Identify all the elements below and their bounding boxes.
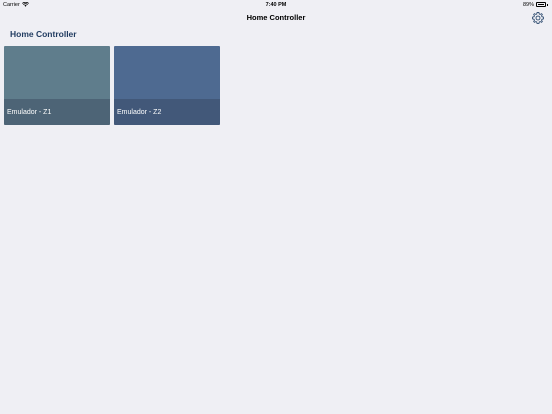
tile-label: Emulador - Z1 [7,109,52,116]
battery-fill [537,3,545,6]
tile-label: Emulador - Z2 [117,109,162,116]
status-right: 89% [523,2,548,8]
nav-title: Home Controller [246,13,306,22]
zone-tiles: Emulador - Z1 Emulador - Z2 [4,46,220,125]
zone-tile-z1[interactable]: Emulador - Z1 [4,46,110,125]
battery-percent: 89% [522,1,534,8]
zone-tile-z2[interactable]: Emulador - Z2 [114,46,220,125]
battery-cap [547,3,548,6]
status-time: 7:40 PM [265,1,287,8]
status-bar: Carrier 7:40 PM 89% [0,0,552,9]
tile-caption: Emulador - Z1 [4,99,110,125]
gear-icon [532,12,544,24]
tile-caption: Emulador - Z2 [114,99,220,125]
navigation-bar: Home Controller [0,9,552,27]
section-title: Home Controller [10,29,77,39]
battery-icon [536,2,546,7]
settings-button[interactable] [531,11,545,25]
